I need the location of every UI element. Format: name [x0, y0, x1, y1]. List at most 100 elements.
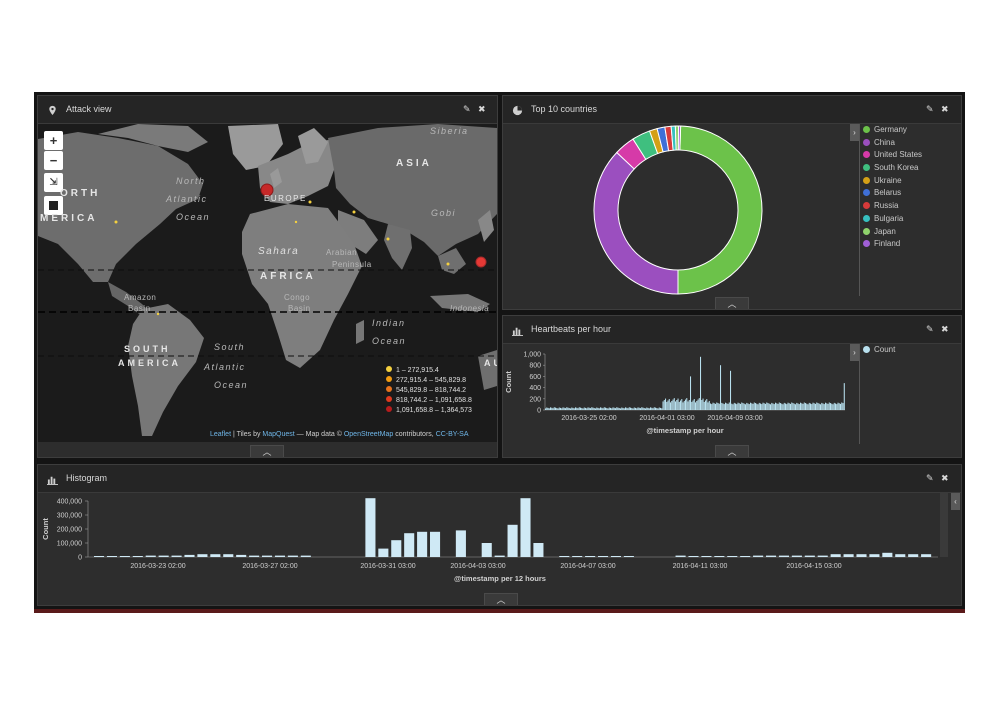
histogram-bar[interactable] [856, 554, 867, 557]
heartbeat-bar[interactable] [646, 407, 648, 410]
histogram-bar[interactable] [727, 556, 738, 557]
edit-icon[interactable]: ✎ [926, 465, 934, 492]
histogram-bar[interactable] [740, 556, 751, 557]
heartbeat-bar[interactable] [716, 402, 718, 410]
heartbeat-bar[interactable] [590, 408, 592, 410]
heartbeat-bar[interactable] [705, 400, 707, 410]
heartbeat-bar[interactable] [835, 403, 837, 410]
heartbeat-bar[interactable] [598, 408, 600, 410]
heartbeat-bar[interactable] [828, 402, 830, 410]
heartbeat-bar[interactable] [786, 404, 788, 410]
legend-item-belarus[interactable]: Belarus [863, 187, 922, 200]
histogram-bar[interactable] [481, 543, 492, 557]
heartbeat-bar[interactable] [587, 407, 589, 410]
heartbeat-bar[interactable] [712, 402, 714, 410]
heartbeat-bar[interactable] [573, 408, 575, 410]
legend-item-south-korea[interactable]: South Korea [863, 162, 922, 175]
legend-item-japan[interactable]: Japan [863, 226, 922, 239]
heartbeat-bar[interactable] [842, 403, 844, 410]
heartbeat-bar[interactable] [777, 403, 779, 410]
heartbeat-bar[interactable] [651, 407, 653, 410]
heartbeat-bar[interactable] [747, 403, 749, 410]
heartbeat-bar[interactable] [701, 400, 703, 410]
heartbeat-bar[interactable] [577, 408, 579, 410]
legend-item-russia[interactable]: Russia [863, 200, 922, 213]
heartbeat-bar[interactable] [731, 403, 733, 410]
heartbeat-bar[interactable] [736, 404, 738, 410]
zoom-in-button[interactable]: + [44, 131, 63, 150]
heartbeat-bar[interactable] [553, 407, 555, 410]
histogram-bar[interactable] [507, 524, 518, 557]
heartbeat-bar[interactable] [685, 399, 687, 410]
heartbeat-bar[interactable] [725, 402, 727, 410]
heartbeat-bar[interactable] [837, 402, 839, 410]
heartbeat-bar[interactable] [580, 407, 582, 410]
heartbeat-bar[interactable] [811, 404, 813, 410]
heartbeat-bar[interactable] [678, 401, 680, 410]
heartbeat-bar[interactable] [741, 402, 743, 410]
histogram-bar[interactable] [533, 543, 544, 557]
heartbeat-bar[interactable] [648, 408, 650, 410]
heartbeat-bar[interactable] [668, 399, 670, 410]
heartbeat-bar[interactable] [758, 402, 760, 410]
collapse-toggle[interactable]: ︿ [715, 297, 749, 309]
heartbeat-bar[interactable] [642, 407, 644, 410]
heartbeat-bar[interactable] [620, 408, 622, 410]
legend-item-bulgaria[interactable]: Bulgaria [863, 213, 922, 226]
heartbeat-bar[interactable] [673, 398, 675, 410]
zoom-out-button[interactable]: − [44, 151, 63, 170]
heartbeat-bar[interactable] [778, 402, 780, 410]
heartbeat-bar[interactable] [763, 403, 765, 410]
heartbeat-bar[interactable] [655, 407, 657, 410]
heartbeat-bar[interactable] [753, 402, 755, 410]
heartbeat-bar[interactable] [823, 404, 825, 410]
heartbeat-bar[interactable] [831, 403, 833, 410]
heartbeat-bar[interactable] [810, 403, 812, 410]
heartbeat-bar[interactable] [743, 403, 745, 410]
histogram-bar[interactable] [688, 556, 699, 557]
histogram-bar[interactable] [675, 555, 686, 557]
heartbeat-bar[interactable] [632, 408, 634, 410]
heartbeat-bar[interactable] [560, 407, 562, 410]
heartbeat-bar[interactable] [795, 404, 797, 410]
heartbeat-bar[interactable] [830, 403, 832, 410]
heartbeat-bar[interactable] [773, 404, 775, 410]
histogram-bar[interactable] [378, 548, 389, 557]
heartbeat-bar[interactable] [647, 407, 649, 410]
heartbeat-bar[interactable] [657, 408, 659, 410]
histogram-bar[interactable] [882, 552, 893, 557]
histogram-bar[interactable] [223, 554, 234, 557]
heartbeat-bar[interactable] [721, 402, 723, 410]
legend-toggle[interactable]: › [850, 344, 859, 361]
heartbeat-bar[interactable] [595, 408, 597, 410]
heartbeat-bar[interactable] [625, 407, 627, 410]
heartbeat-bar[interactable] [636, 408, 638, 410]
heartbeat-bar[interactable] [706, 399, 708, 410]
heartbeat-bar[interactable] [555, 407, 557, 410]
heartbeat-bar[interactable] [601, 407, 603, 410]
heartbeat-bar[interactable] [616, 407, 618, 410]
histogram-bar[interactable] [236, 554, 247, 557]
heartbeat-bar[interactable] [771, 402, 773, 410]
histogram-bar[interactable] [94, 556, 105, 557]
heartbeat-bar[interactable] [812, 402, 814, 410]
histogram-bar[interactable] [404, 533, 415, 557]
heartbeat-bar[interactable] [780, 403, 782, 410]
heartbeat-bar[interactable] [696, 400, 698, 410]
heartbeat-bar[interactable] [675, 401, 677, 410]
heartbeat-bar[interactable] [683, 400, 685, 410]
heartbeat-bar[interactable] [670, 402, 672, 410]
heartbeat-bar[interactable] [571, 407, 573, 410]
heartbeat-bar[interactable] [611, 408, 613, 410]
heartbeat-bar[interactable] [818, 403, 820, 410]
histogram-bar[interactable] [585, 556, 596, 557]
histogram-bar[interactable] [921, 554, 932, 557]
heartbeat-bar[interactable] [635, 407, 637, 410]
heartbeat-bar[interactable] [592, 407, 594, 410]
heartbeat-bar[interactable] [840, 403, 842, 410]
heartbeat-bar[interactable] [591, 407, 593, 410]
heartbeat-bar[interactable] [563, 407, 565, 410]
heartbeat-bar[interactable] [746, 402, 748, 410]
heartbeat-bar[interactable] [652, 408, 654, 410]
heartbeat-bar[interactable] [790, 403, 792, 410]
